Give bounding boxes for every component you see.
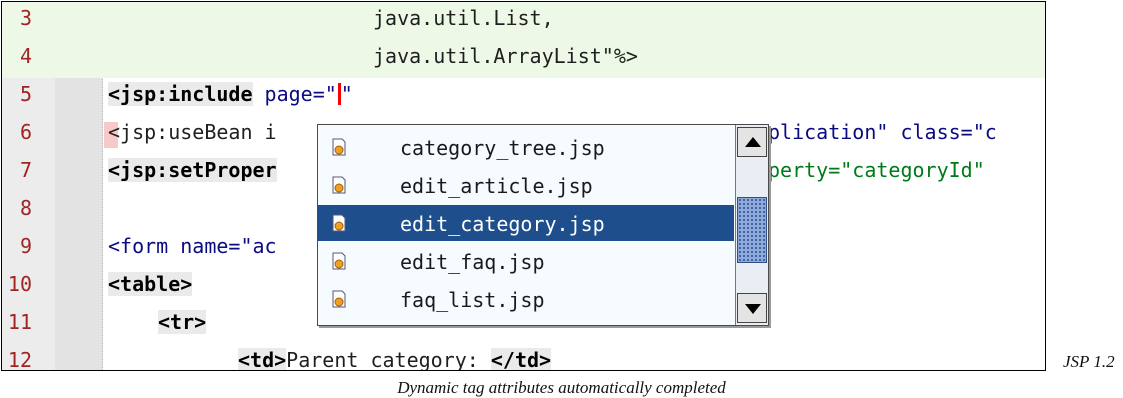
code-text: <jsp:useBean i <box>108 120 277 144</box>
completion-item-label: edit_category.jsp <box>400 212 605 236</box>
attribute-quote: " <box>340 82 353 106</box>
completion-item-selected[interactable]: edit_category.jsp <box>318 205 734 241</box>
arrow-up-icon <box>745 137 761 147</box>
line-number: 8 <box>19 196 32 220</box>
code-line[interactable]: 3 java.util.List, <box>2 2 1045 40</box>
line-number: 10 <box>7 272 32 296</box>
scrollbar-thumb[interactable] <box>737 197 767 263</box>
attribute-name: page=" <box>264 82 337 106</box>
code-text: <jsp:include page=" " <box>108 82 353 106</box>
line-number: 4 <box>19 44 32 68</box>
html-tag: <tr> <box>158 310 207 334</box>
code-editor[interactable]: 3 java.util.List, 4 java.util.ArrayList"… <box>1 1 1046 371</box>
jsp-tag: <jsp:include <box>108 82 253 106</box>
line-number: 3 <box>19 6 32 30</box>
html-tag: <td> <box>238 348 287 371</box>
line-number: 12 <box>7 348 32 371</box>
code-line-current[interactable]: 5 <jsp:include page=" " <box>2 78 1045 116</box>
completion-item-label: category_tree.jsp <box>400 136 605 160</box>
line-number: 7 <box>19 158 32 182</box>
figure-caption: Dynamic tag attributes automatically com… <box>397 378 726 397</box>
html-tag: <table> <box>108 272 193 296</box>
code-text: <form name="ac <box>108 234 277 258</box>
line-number: 5 <box>19 82 32 106</box>
jsp-file-icon <box>332 252 346 270</box>
scroll-down-button[interactable] <box>737 293 767 323</box>
code-text: <table> <box>108 272 193 296</box>
completion-item[interactable]: edit_article.jsp <box>318 167 734 203</box>
code-text: <tr> <box>158 310 207 334</box>
line-number: 9 <box>19 234 32 258</box>
jsp-file-icon <box>332 290 346 308</box>
completion-item-label: faq_list.jsp <box>400 288 545 312</box>
version-label: JSP 1.2 <box>1063 352 1115 371</box>
code-line[interactable]: 4 java.util.ArrayList"%> <box>2 40 1045 78</box>
completion-item-label: edit_article.jsp <box>400 174 593 198</box>
jsp-file-icon <box>332 214 346 232</box>
code-text-right: plication" class="c <box>768 120 997 144</box>
html-tag: </td> <box>490 348 552 371</box>
line-number: 6 <box>19 120 32 144</box>
code-text: java.util.List, <box>373 6 554 30</box>
completion-item-label: edit_faq.jsp <box>400 250 545 274</box>
jsp-file-icon <box>332 138 346 156</box>
completion-scrollbar[interactable] <box>735 125 768 325</box>
completion-item[interactable]: category_tree.jsp <box>318 129 734 165</box>
code-completion-popup[interactable]: category_tree.jsp edit_article.jsp edit_… <box>317 124 769 326</box>
code-text: <td>Parent category: </td> <box>238 348 552 371</box>
arrow-down-icon <box>745 304 761 314</box>
completion-item[interactable]: faq_list.jsp <box>318 281 734 317</box>
code-line[interactable]: 12 <td>Parent category: </td> <box>2 344 1045 371</box>
code-text-right: perty="categoryId" <box>768 158 985 182</box>
code-text: <jsp:setProper <box>108 158 277 182</box>
line-number: 11 <box>7 310 32 334</box>
text-content: Parent category: <box>286 348 491 371</box>
jsp-tag: <jsp:setProper <box>108 158 277 182</box>
code-text: java.util.ArrayList"%> <box>373 44 638 68</box>
scroll-up-button[interactable] <box>737 127 767 157</box>
completion-item[interactable]: edit_faq.jsp <box>318 243 734 279</box>
jsp-file-icon <box>332 176 346 194</box>
